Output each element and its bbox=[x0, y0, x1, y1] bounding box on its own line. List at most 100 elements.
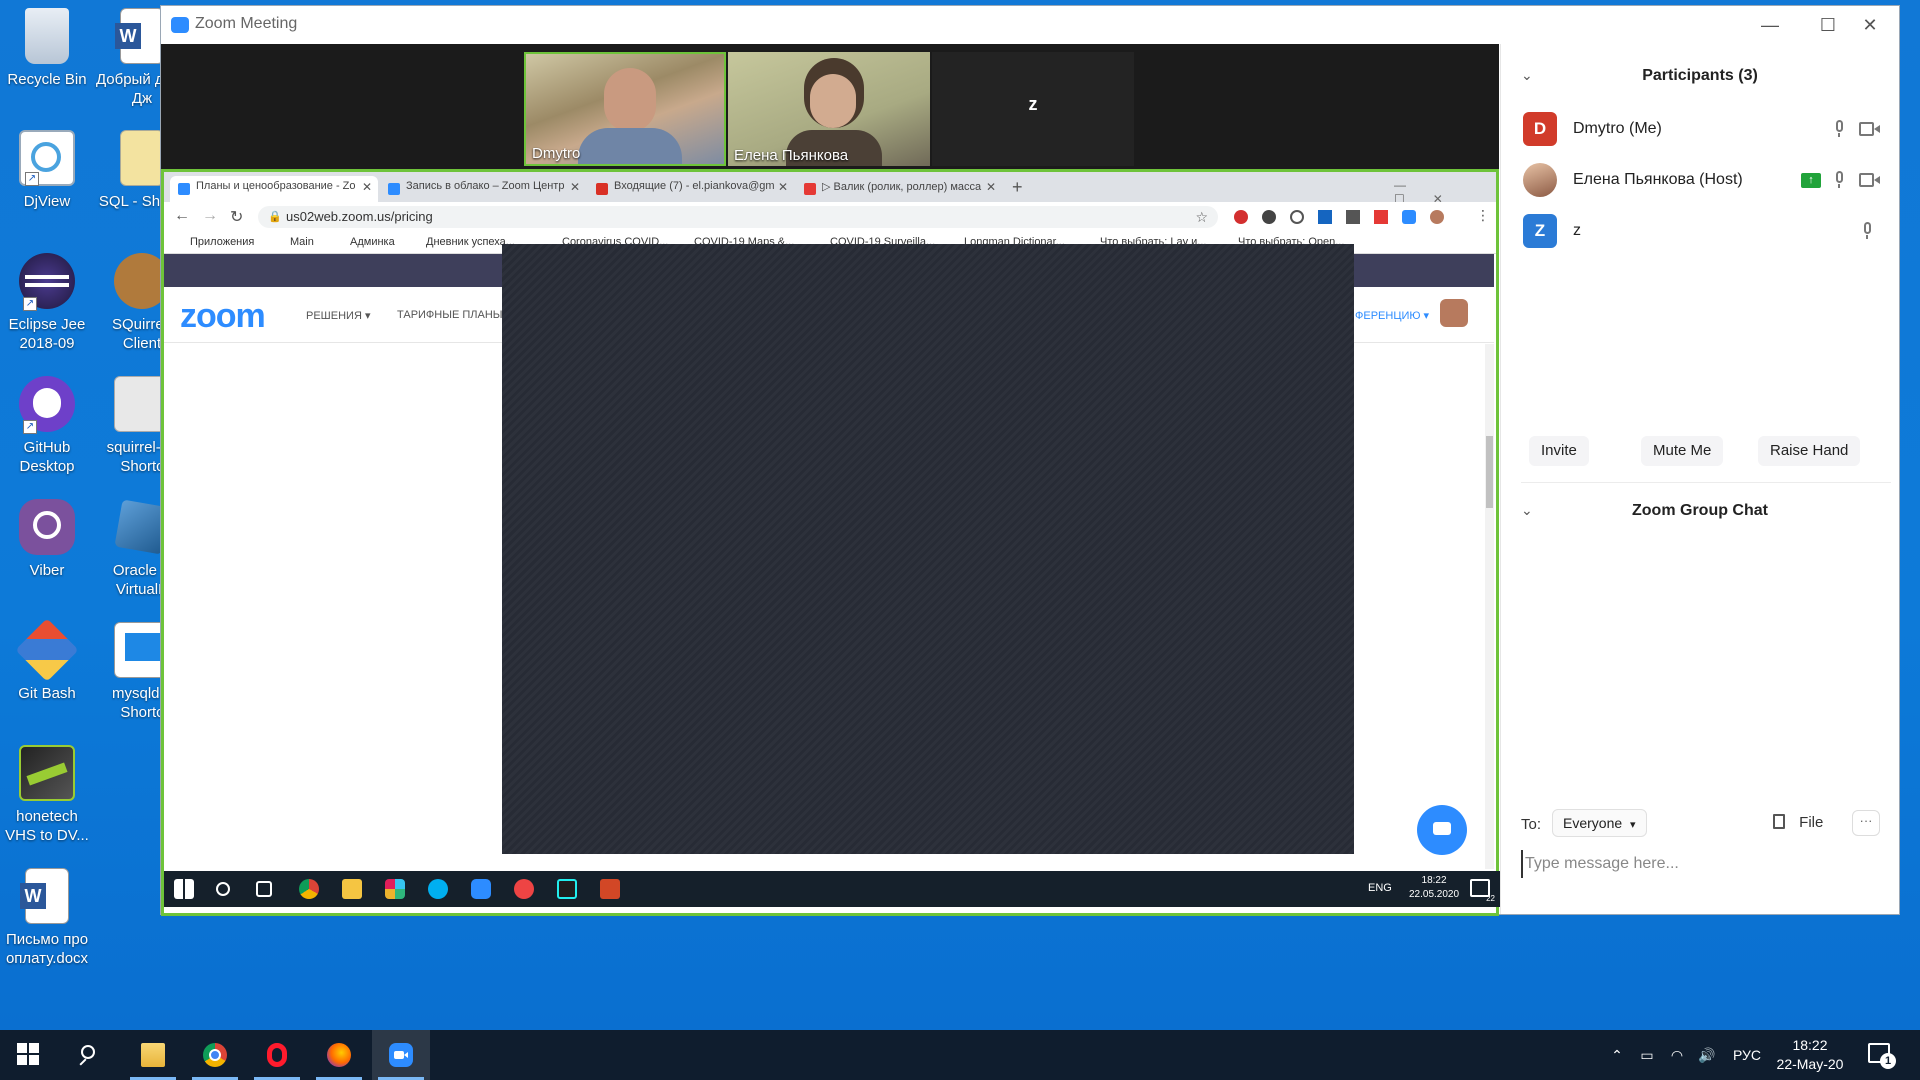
language-indicator[interactable]: РУС bbox=[1733, 1047, 1761, 1063]
app-icon[interactable] bbox=[514, 879, 534, 899]
browser-tab[interactable]: ▷ Валик (ролик, роллер) масса ✕ bbox=[796, 176, 1002, 202]
microphone-icon[interactable] bbox=[1833, 120, 1845, 138]
back-icon[interactable]: ← bbox=[174, 207, 190, 225]
title-bar[interactable]: Zoom Meeting — ☐ ✕ bbox=[161, 6, 1899, 44]
slack-icon[interactable] bbox=[385, 879, 405, 899]
reload-icon[interactable]: ↻ bbox=[230, 207, 243, 227]
battery-icon[interactable]: ▭ bbox=[1638, 1046, 1656, 1064]
taskbar-file-explorer[interactable] bbox=[124, 1030, 182, 1080]
desktop-icon-word-doc[interactable]: W Письмо про оплату.docx bbox=[0, 868, 94, 968]
volume-icon[interactable]: 🔊 bbox=[1698, 1046, 1716, 1064]
avatar bbox=[1523, 163, 1557, 197]
desktop-icon-github[interactable]: ↗ GitHub Desktop bbox=[0, 376, 94, 476]
zoom-icon[interactable] bbox=[471, 879, 491, 899]
close-tab-icon[interactable]: ✕ bbox=[570, 180, 580, 194]
invite-button[interactable]: Invite bbox=[1529, 436, 1589, 466]
browser-tab[interactable]: Планы и ценообразование - Zo ✕ bbox=[170, 176, 378, 202]
new-tab-button[interactable]: + bbox=[1012, 177, 1023, 198]
close-tab-icon[interactable]: ✕ bbox=[778, 180, 788, 194]
thumbnail-name: Dmytro bbox=[532, 145, 581, 162]
nav-plans[interactable]: ТАРИФНЫЕ ПЛАНЫ И bbox=[397, 309, 513, 321]
viber-icon bbox=[19, 499, 75, 555]
skype-icon[interactable] bbox=[428, 879, 448, 899]
chrome-icon[interactable] bbox=[299, 879, 319, 899]
screen-share-icon: ↑ bbox=[1801, 173, 1821, 188]
shared-taskbar: ENG 18:22 22.05.2020 22 bbox=[164, 871, 1502, 907]
browser-address-bar: ← → ↻ 🔒 us02web.zoom.us/pricing ☆ ⋮ bbox=[164, 202, 1496, 232]
recipient-select[interactable]: Everyone ▾ bbox=[1552, 809, 1647, 837]
windows-start-icon[interactable] bbox=[174, 879, 194, 899]
menu-icon[interactable]: ⋮ bbox=[1476, 207, 1490, 224]
zoom-logo[interactable]: zoom bbox=[180, 297, 266, 336]
participant-row[interactable]: Z z bbox=[1521, 212, 1891, 252]
language-indicator[interactable]: ENG bbox=[1368, 882, 1392, 894]
bookmark[interactable]: Админка bbox=[350, 236, 395, 248]
video-camera-icon[interactable] bbox=[1859, 122, 1881, 136]
raise-hand-button[interactable]: Raise Hand bbox=[1758, 436, 1861, 466]
notification-icon[interactable]: 22 bbox=[1470, 879, 1495, 903]
desktop-icon-viber[interactable]: Viber bbox=[0, 499, 94, 580]
show-hidden-icons-icon[interactable]: ⌃ bbox=[1608, 1046, 1626, 1064]
video-thumbnail-z[interactable]: z bbox=[932, 52, 1134, 166]
participant-row[interactable]: D Dmytro (Me) bbox=[1521, 110, 1891, 150]
nav-solutions[interactable]: РЕШЕНИЯ ▾ bbox=[306, 309, 370, 322]
browser-tab[interactable]: Запись в облако – Zoom Центр ✕ bbox=[380, 176, 586, 202]
chat-message-input[interactable] bbox=[1521, 850, 1881, 878]
microphone-icon[interactable] bbox=[1861, 222, 1873, 240]
close-button[interactable]: ✕ bbox=[1841, 6, 1899, 44]
chat-icon bbox=[1433, 822, 1451, 835]
search-button[interactable] bbox=[62, 1030, 120, 1080]
url-input[interactable]: 🔒 us02web.zoom.us/pricing ☆ bbox=[258, 206, 1218, 228]
close-tab-icon[interactable]: ✕ bbox=[362, 180, 372, 194]
minimize-button[interactable]: — bbox=[1741, 6, 1799, 44]
desktop-icon-honetech[interactable]: honetech VHS to DV... bbox=[0, 745, 94, 845]
adblock-icon[interactable] bbox=[1234, 210, 1248, 224]
drive-icon[interactable] bbox=[1318, 210, 1332, 224]
desktop-icon-recycle-bin[interactable]: Recycle Bin bbox=[0, 8, 94, 89]
chat-bubble-button[interactable] bbox=[1417, 805, 1467, 855]
extension-icon[interactable] bbox=[1290, 210, 1304, 224]
extension-icon[interactable] bbox=[1374, 210, 1388, 224]
start-button[interactable] bbox=[0, 1030, 58, 1080]
page-scrollbar[interactable] bbox=[1485, 344, 1494, 869]
zoom-meeting-window: Zoom Meeting — ☐ ✕ Dmytro Елена Пьянкова… bbox=[160, 5, 1900, 916]
pycharm-icon[interactable] bbox=[557, 879, 577, 899]
cloud-icon[interactable] bbox=[1262, 210, 1276, 224]
search-icon[interactable] bbox=[216, 882, 230, 896]
microphone-icon[interactable] bbox=[1833, 171, 1845, 189]
desktop-icon-djview[interactable]: ↗ DjView bbox=[0, 130, 94, 211]
participant-row[interactable]: Елена Пьянкова (Host) ↑ bbox=[1521, 161, 1891, 201]
nav-conference[interactable]: ФЕРЕНЦИЮ ▾ bbox=[1355, 309, 1429, 322]
notification-center-icon[interactable]: 1 bbox=[1868, 1043, 1896, 1069]
taskbar-firefox[interactable] bbox=[310, 1030, 368, 1080]
clock[interactable]: 18:22 22.05.2020 bbox=[1409, 874, 1459, 902]
browser-tab[interactable]: Входящие (7) - el.piankova@gm ✕ bbox=[588, 176, 794, 202]
powerpoint-icon[interactable] bbox=[600, 879, 620, 899]
close-tab-icon[interactable]: ✕ bbox=[986, 180, 996, 194]
taskbar-opera[interactable] bbox=[248, 1030, 306, 1080]
taskbar-chrome[interactable] bbox=[186, 1030, 244, 1080]
scrollbar-thumb[interactable] bbox=[1486, 436, 1493, 508]
star-icon[interactable]: ☆ bbox=[1195, 206, 1208, 228]
site-avatar[interactable] bbox=[1440, 299, 1468, 327]
profile-avatar[interactable] bbox=[1430, 210, 1444, 224]
desktop-icon-eclipse[interactable]: ↗ Eclipse Jee 2018-09 bbox=[0, 253, 94, 353]
video-thumbnail-dmytro[interactable]: Dmytro bbox=[524, 52, 726, 166]
file-button[interactable]: File bbox=[1773, 814, 1823, 831]
taskbar-zoom[interactable] bbox=[372, 1030, 430, 1080]
folder-icon[interactable] bbox=[342, 879, 362, 899]
more-options-button[interactable]: ··· bbox=[1852, 810, 1880, 836]
video-camera-icon[interactable] bbox=[1859, 173, 1881, 187]
extension-icon[interactable] bbox=[1346, 210, 1360, 224]
mute-me-button[interactable]: Mute Me bbox=[1641, 436, 1724, 466]
zoom-extension-icon[interactable] bbox=[1402, 210, 1416, 224]
bookmark[interactable]: Приложения bbox=[190, 236, 254, 248]
forward-icon[interactable]: → bbox=[202, 207, 218, 225]
desktop-icon-git-bash[interactable]: Git Bash bbox=[0, 618, 94, 703]
bookmark[interactable]: Main bbox=[290, 236, 314, 248]
video-thumbnail-elena[interactable]: Елена Пьянкова bbox=[728, 52, 930, 166]
clock[interactable]: 18:22 22-May-20 bbox=[1770, 1036, 1850, 1074]
task-view-icon[interactable] bbox=[256, 881, 272, 897]
wifi-icon[interactable]: ◠ bbox=[1668, 1046, 1686, 1064]
shortcut-arrow-icon: ↗ bbox=[25, 172, 39, 186]
